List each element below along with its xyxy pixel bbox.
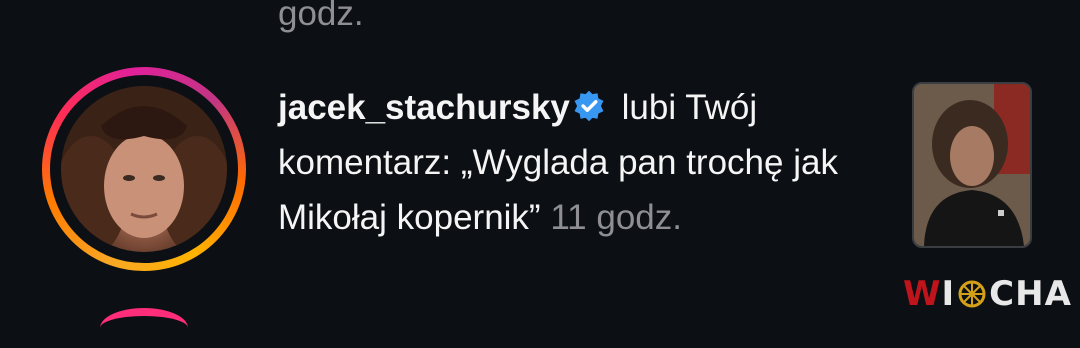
wiocha-watermark: W I CHA — [903, 274, 1072, 314]
notification-text[interactable]: jacek_stachursky lubi Twój komentarz: „W… — [278, 80, 878, 245]
story-ring[interactable] — [42, 67, 246, 271]
notification-time: 11 godz. — [550, 198, 682, 237]
username-link[interactable]: jacek_stachursky — [278, 88, 570, 127]
thumbnail-photo — [914, 84, 1030, 246]
previous-notification-time: godz. — [278, 0, 364, 33]
watermark-letters-cha: CHA — [989, 274, 1072, 314]
verified-badge-icon — [574, 90, 604, 122]
profile-avatar[interactable] — [61, 86, 227, 252]
wheel-icon — [958, 280, 986, 308]
watermark-letter-w: W — [903, 274, 942, 314]
avatar-face-illustration — [61, 86, 227, 252]
watermark-letter-i: I — [941, 274, 956, 314]
next-notification-story-ring — [100, 308, 188, 348]
post-thumbnail[interactable] — [912, 82, 1032, 248]
